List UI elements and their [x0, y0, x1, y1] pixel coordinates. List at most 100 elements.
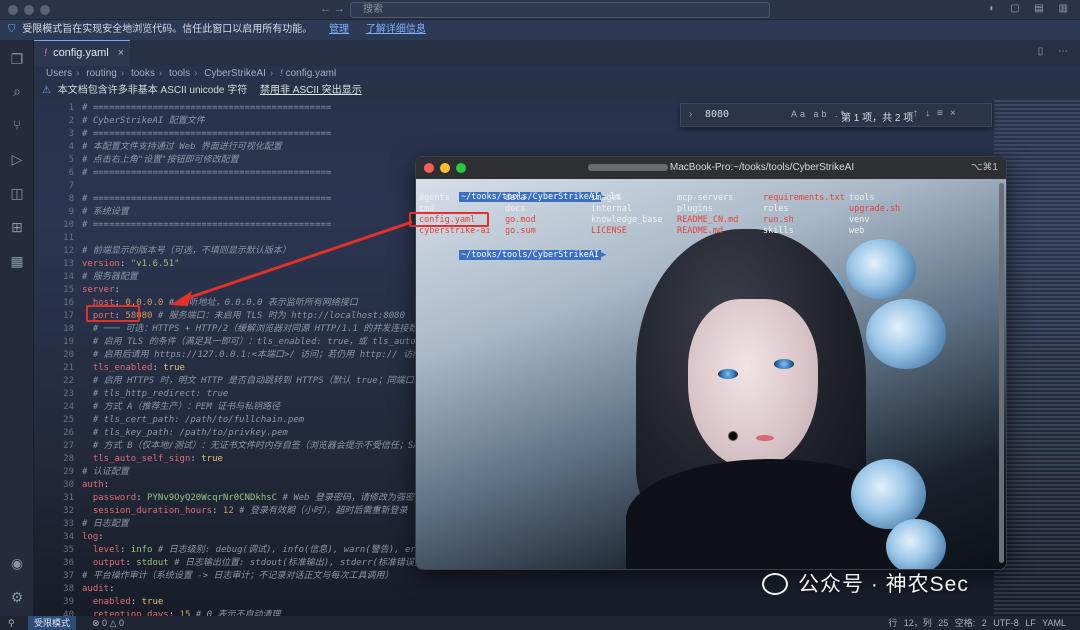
line-number: 30: [63, 480, 74, 490]
code-line[interactable]: # 点击右上角"设置"按钮即可修改配置: [82, 154, 239, 167]
close-window-button[interactable]: [8, 5, 18, 15]
breadcrumb: Users › routing › tooks › tools › CyberStrik…: [46, 68, 337, 79]
code-line[interactable]: tls_auto_self_sign: true: [82, 453, 223, 466]
code-line[interactable]: # ======================================…: [82, 128, 331, 141]
find-nav-icons[interactable]: ↑↓≡×: [913, 108, 963, 119]
settings-gear-icon[interactable]: ⚙: [8, 588, 26, 606]
breadcrumb-item[interactable]: Users: [46, 68, 72, 79]
line-number: 12: [63, 246, 74, 256]
code-line[interactable]: # 服务器配置: [82, 271, 138, 284]
find-widget[interactable]: › 8080 Aa ab .* 第 1 项，共 2 项 ↑↓≡×: [680, 103, 992, 127]
code-line[interactable]: # 启用 HTTPS 时，明文 HTTP 是否自动跳转到 HTTPS（默认 tr…: [82, 375, 432, 388]
ls-entry: docs: [505, 204, 526, 214]
language-mode[interactable]: YAML: [1042, 618, 1066, 628]
account-icon[interactable]: ◉: [8, 554, 26, 572]
terminal-body[interactable]: ~/tooks/tools/CyberStrikeAI ▶ ls agents cmd…: [416, 179, 1006, 569]
nav-arrows-icon[interactable]: ← →: [320, 3, 345, 15]
code-line[interactable]: # 启用后请用 https://127.0.0.1:<本端口>/ 访问；若仍用 …: [82, 349, 430, 362]
run-debug-icon[interactable]: ▷: [8, 150, 26, 168]
close-tab-icon[interactable]: ×: [118, 41, 124, 65]
explorer-icon[interactable]: ❐: [8, 50, 26, 68]
code-line[interactable]: # 系统设置: [82, 206, 129, 219]
zoom-terminal-button[interactable]: [456, 163, 466, 173]
code-line[interactable]: # ======================================…: [82, 167, 331, 180]
minimize-terminal-button[interactable]: [440, 163, 450, 173]
line-ending[interactable]: LF: [1025, 618, 1036, 628]
line-number: 10: [63, 220, 74, 230]
find-input[interactable]: 8080: [705, 109, 729, 120]
remote-indicator-icon[interactable]: ⚲: [8, 616, 15, 630]
breadcrumb-item[interactable]: CyberStrikeAI: [204, 68, 266, 79]
breadcrumb-item[interactable]: tools: [169, 68, 190, 79]
zoom-window-button[interactable]: [40, 5, 50, 15]
toggle-replace-icon[interactable]: ›: [689, 109, 692, 120]
command-search-input[interactable]: 搜索: [350, 2, 770, 18]
status-right: 行 12，列 25 空格: 2 UTF-8 LF YAML: [888, 616, 1066, 630]
breadcrumb-item[interactable]: config.yaml: [286, 68, 337, 79]
remote-explorer-icon[interactable]: ◫: [8, 184, 26, 202]
ls-entry: venv: [849, 215, 870, 225]
ls-entry: upgrade.sh: [849, 204, 901, 214]
learn-more-link[interactable]: 了解详细信息: [366, 24, 426, 35]
cursor-position[interactable]: 行 12，列 25: [888, 618, 948, 628]
code-line[interactable]: tls_enabled: true: [82, 362, 185, 375]
line-number: 38: [63, 584, 74, 594]
earring: [728, 431, 738, 441]
code-line[interactable]: # ─── 可选：HTTPS + HTTP/2（缓解浏览器对同源 HTTP/1.…: [82, 323, 427, 336]
terminal-scrollbar[interactable]: [999, 183, 1004, 563]
code-line[interactable]: # 前端显示的版本号（可选，不填则显示默认版本）: [82, 245, 291, 258]
line-number: 35: [63, 545, 74, 555]
code-line[interactable]: session_duration_hours: 12 # 登录有效期（小时），超…: [82, 505, 408, 518]
code-line[interactable]: # CyberStrikeAI 配置文件: [82, 115, 205, 128]
config-yaml-highlight-box: [409, 212, 489, 227]
close-terminal-button[interactable]: [424, 163, 434, 173]
code-line[interactable]: # 本配置文件支持通过 Web 界面进行可视化配置: [82, 141, 282, 154]
tab-label: config.yaml: [53, 47, 109, 59]
code-line[interactable]: version: "v1.6.51": [82, 258, 180, 271]
code-line[interactable]: # 方式 A（推荐生产）：PEM 证书与私钥路径: [82, 401, 280, 414]
containers-icon[interactable]: ▦: [8, 252, 26, 270]
split-editor-icons[interactable]: ▯ ⋯: [1038, 46, 1074, 57]
layout-icons[interactable]: ◐ ▢ ▤ ▥: [989, 3, 1074, 14]
terminal-window[interactable]: MacBook-Pro:~/tooks/tools/CyberStrikeAI …: [415, 156, 1007, 570]
find-options[interactable]: Aa ab .*: [791, 109, 847, 119]
code-line[interactable]: password: PYNv9OyQ20WcqrNr0CNDkhsC # Web…: [82, 492, 423, 505]
code-line[interactable]: # 日志配置: [82, 518, 129, 531]
line-number: 36: [63, 558, 74, 568]
extensions-icon[interactable]: ⊞: [8, 218, 26, 236]
ls-entry: plugins: [677, 204, 713, 214]
breadcrumb-item[interactable]: tooks: [131, 68, 155, 79]
source-control-icon[interactable]: ⑂: [8, 116, 26, 134]
code-line[interactable]: # ======================================…: [82, 102, 331, 115]
tab-config-yaml[interactable]: ! config.yaml ×: [34, 40, 130, 66]
indentation[interactable]: 空格: 2: [955, 618, 987, 628]
breadcrumb-item[interactable]: routing: [86, 68, 117, 79]
code-line[interactable]: # 认证配置: [82, 466, 129, 479]
minimize-window-button[interactable]: [24, 5, 34, 15]
line-number: 33: [63, 519, 74, 529]
code-line[interactable]: # 启用 TLS 的条件（满足其一即可）：tls_enabled: true，或…: [82, 336, 427, 349]
code-line[interactable]: enabled: true: [82, 596, 163, 609]
code-line[interactable]: output: stdout # 日志输出位置: stdout(标准输出), s…: [82, 557, 425, 570]
manage-link[interactable]: 管理: [329, 24, 349, 35]
code-line[interactable]: # 平台操作审计（系统设置 -> 日志审计；不记录对话正文与每次工具调用）: [82, 570, 394, 583]
code-line[interactable]: level: info # 日志级别: debug(调试), info(信息),…: [82, 544, 427, 557]
search-icon[interactable]: ⌕: [8, 82, 26, 100]
code-line[interactable]: # tls_http_redirect: true: [82, 388, 228, 401]
code-line[interactable]: server:: [82, 284, 120, 297]
restricted-mode-indicator[interactable]: 受限模式: [28, 616, 77, 630]
code-line[interactable]: # ======================================…: [82, 193, 331, 206]
code-line[interactable]: # ======================================…: [82, 219, 331, 232]
ls-entry: images: [591, 193, 622, 203]
encoding[interactable]: UTF-8: [993, 618, 1019, 628]
code-line[interactable]: # tls_cert_path: /path/to/fullchain.pem: [82, 414, 304, 427]
code-line[interactable]: log:: [82, 531, 104, 544]
code-line[interactable]: auth:: [82, 479, 109, 492]
restricted-mode-banner: ⛉ 受限模式旨在实现安全地浏览代码。信任此窗口以启用所有功能。 管理 了解详细信…: [0, 20, 1080, 40]
disable-highlight-link[interactable]: 禁用非 ASCII 突出显示: [260, 85, 362, 96]
code-line[interactable]: # tls_key_path: /path/to/privkey.pem: [82, 427, 288, 440]
line-number: 9: [68, 207, 74, 217]
code-line[interactable]: audit:: [82, 583, 115, 596]
problems-count[interactable]: ⊗ 0 △ 0: [92, 616, 124, 630]
code-line[interactable]: # 方式 B（仅本地/测试）：无证书文件时内存自签（浏览器会提示不受信任；SAN: [82, 440, 424, 453]
